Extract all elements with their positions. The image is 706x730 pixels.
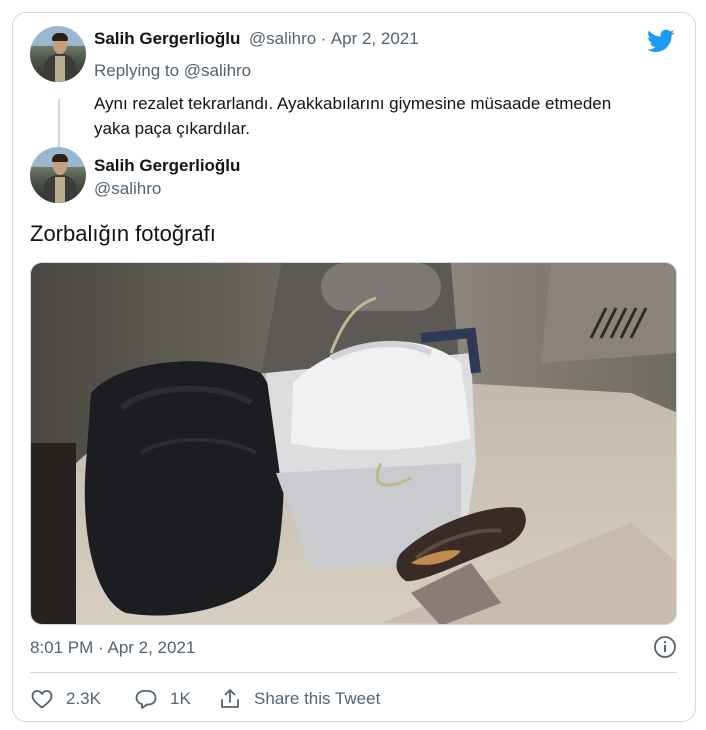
share-label: Share this Tweet [254,689,381,708]
divider [30,672,677,673]
tweet-date[interactable]: Apr 2, 2021 [331,29,419,48]
author-name[interactable]: Salih Gergerlioğlu [94,29,240,48]
thread-connector-line [58,99,60,151]
reply-tweet-text: Aynı rezalet tekrarlandı. Ayakkabılarını… [94,91,674,141]
heart-icon [31,690,53,709]
avatar[interactable] [30,147,86,203]
tweet-embed-card: Salih Gergerlioğlu @salihro · Apr 2, 202… [12,12,696,722]
replying-to-line: Replying to @salihro [94,61,251,81]
share-action[interactable]: Share this Tweet [218,685,380,713]
tweet-photo[interactable] [30,262,677,625]
info-icon[interactable] [653,635,677,659]
twitter-bird-icon[interactable] [645,27,677,55]
reply-count: 1K [170,689,191,708]
reply-tweet-header: Salih Gergerlioğlu @salihro · Apr 2, 202… [94,29,419,49]
reply-text-line: yaka paça çıkardılar. [94,119,250,138]
author-handle[interactable]: @salihro [94,179,161,199]
reply-action[interactable]: 1K [134,685,191,713]
separator-dot: · [320,29,327,48]
tweet-timestamp[interactable]: 8:01 PM · Apr 2, 2021 [30,638,195,658]
reply-bubble-icon [135,690,157,709]
avatar[interactable] [30,26,86,82]
author-name[interactable]: Salih Gergerlioğlu [94,156,240,176]
author-handle[interactable]: @salihro [249,29,316,48]
like-count: 2.3K [66,689,101,708]
elevator-floor-photo [31,263,676,624]
like-action[interactable]: 2.3K [30,685,101,713]
tweet-text: Zorbalığın fotoğrafı [30,221,216,246]
reply-text-line: Aynı rezalet tekrarlandı. Ayakkabılarını… [94,94,612,113]
replying-to-handle[interactable]: @salihro [184,61,251,80]
share-icon [221,689,239,708]
replying-to-label: Replying to [94,61,180,80]
